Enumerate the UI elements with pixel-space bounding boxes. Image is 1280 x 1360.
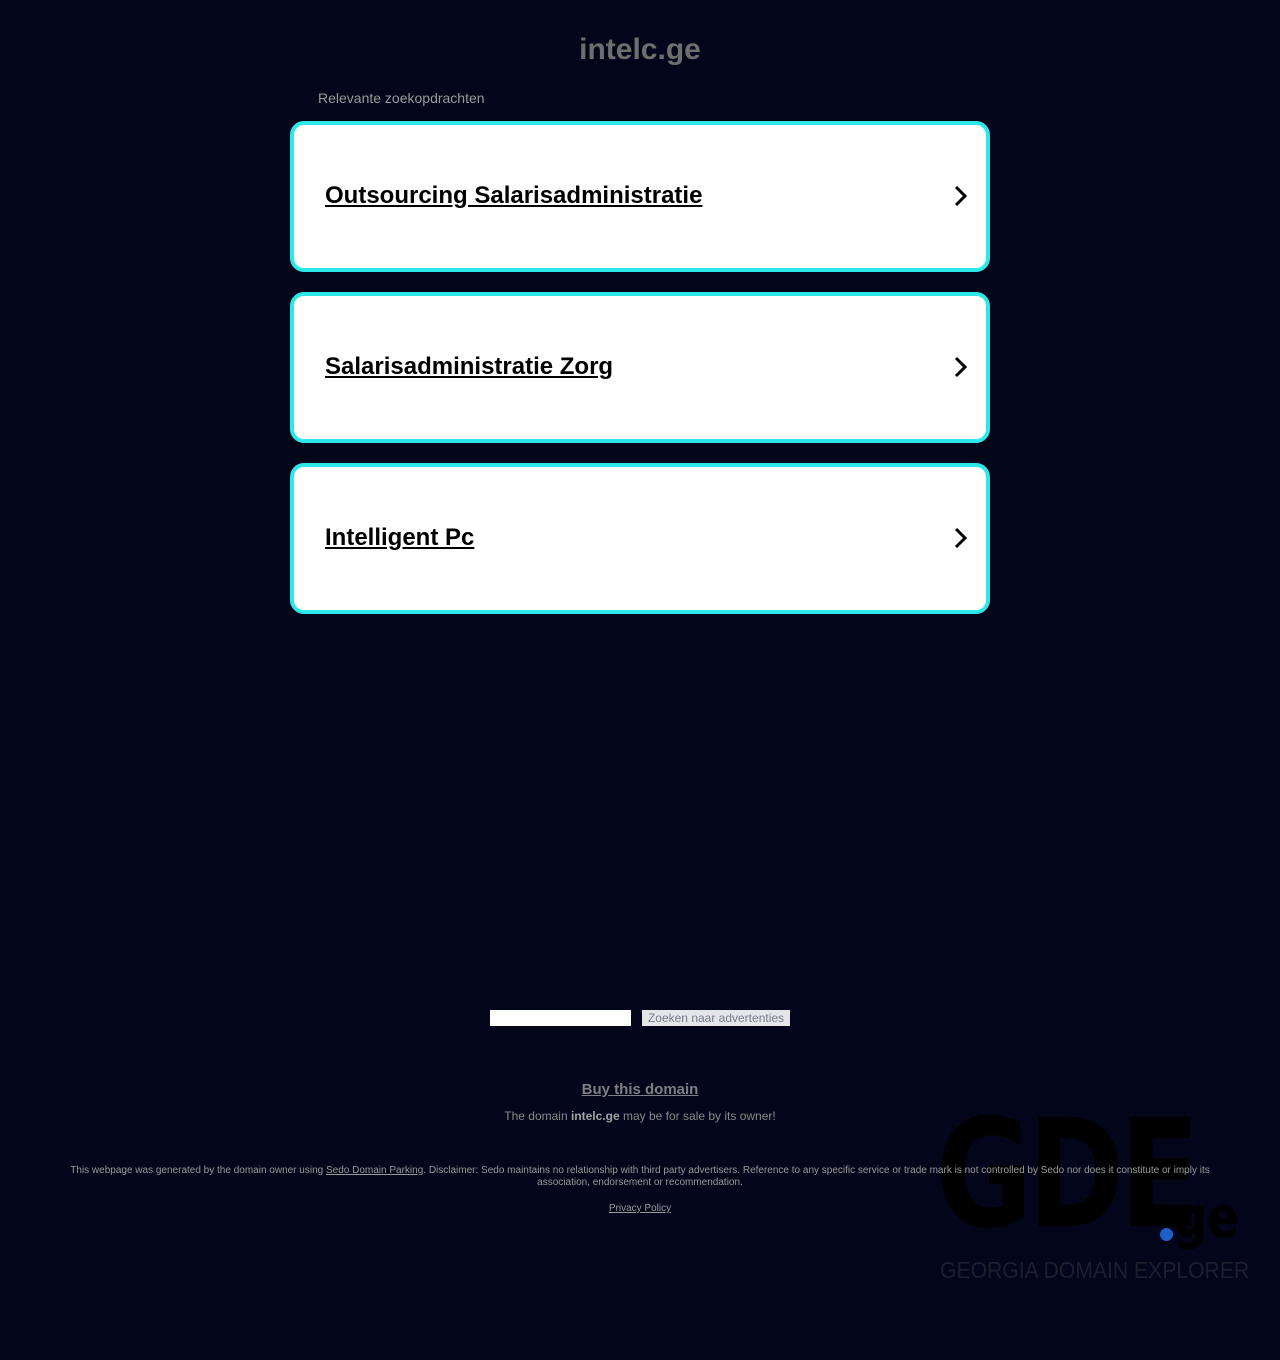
gde-logo-dot xyxy=(1160,1228,1173,1241)
related-link-card[interactable]: Salarisadministratie Zorg xyxy=(290,292,990,443)
sale-text-suffix: may be for sale by its owner! xyxy=(619,1109,776,1123)
gde-logo-tagline: GEORGIA DOMAIN EXPLORER xyxy=(940,1257,1250,1283)
chevron-right-icon xyxy=(954,356,968,378)
related-link-card[interactable]: Outsourcing Salarisadministratie xyxy=(290,121,990,272)
ad-search-input[interactable] xyxy=(490,1010,631,1026)
gde-logo-tld: ge xyxy=(1174,1183,1239,1251)
ad-search-button[interactable]: Zoeken naar advertenties xyxy=(642,1010,790,1026)
privacy-policy-link[interactable]: Privacy Policy xyxy=(609,1203,671,1214)
buy-domain-link[interactable]: Buy this domain xyxy=(582,1081,699,1098)
privacy-section: Privacy Policy xyxy=(0,1203,1280,1215)
related-link-label[interactable]: Salarisadministratie Zorg xyxy=(325,352,613,382)
sale-text-prefix: The domain xyxy=(504,1109,571,1123)
sale-domain-name: intelc.ge xyxy=(570,1109,620,1123)
disclaimer-prefix: This webpage was generated by the domain… xyxy=(70,1165,326,1176)
disclaimer-text: This webpage was generated by the domain… xyxy=(60,1165,1220,1189)
chevron-right-icon xyxy=(954,185,968,207)
gde-logo: GDE ge GEORGIA DOMAIN EXPLORER xyxy=(936,1100,1250,1290)
related-link-label[interactable]: Outsourcing Salarisadministratie xyxy=(325,181,702,211)
chevron-right-icon xyxy=(954,527,968,549)
site-title: intelc.ge xyxy=(579,33,701,66)
related-link-card[interactable]: Intelligent Pc xyxy=(290,463,990,614)
disclaimer-suffix: . Disclaimer: Sedo maintains no relation… xyxy=(423,1165,1210,1188)
related-link-label[interactable]: Intelligent Pc xyxy=(325,523,474,553)
related-searches-label: Relevante zoekopdrachten xyxy=(318,90,485,106)
sedo-parking-link[interactable]: Sedo Domain Parking xyxy=(326,1165,423,1176)
